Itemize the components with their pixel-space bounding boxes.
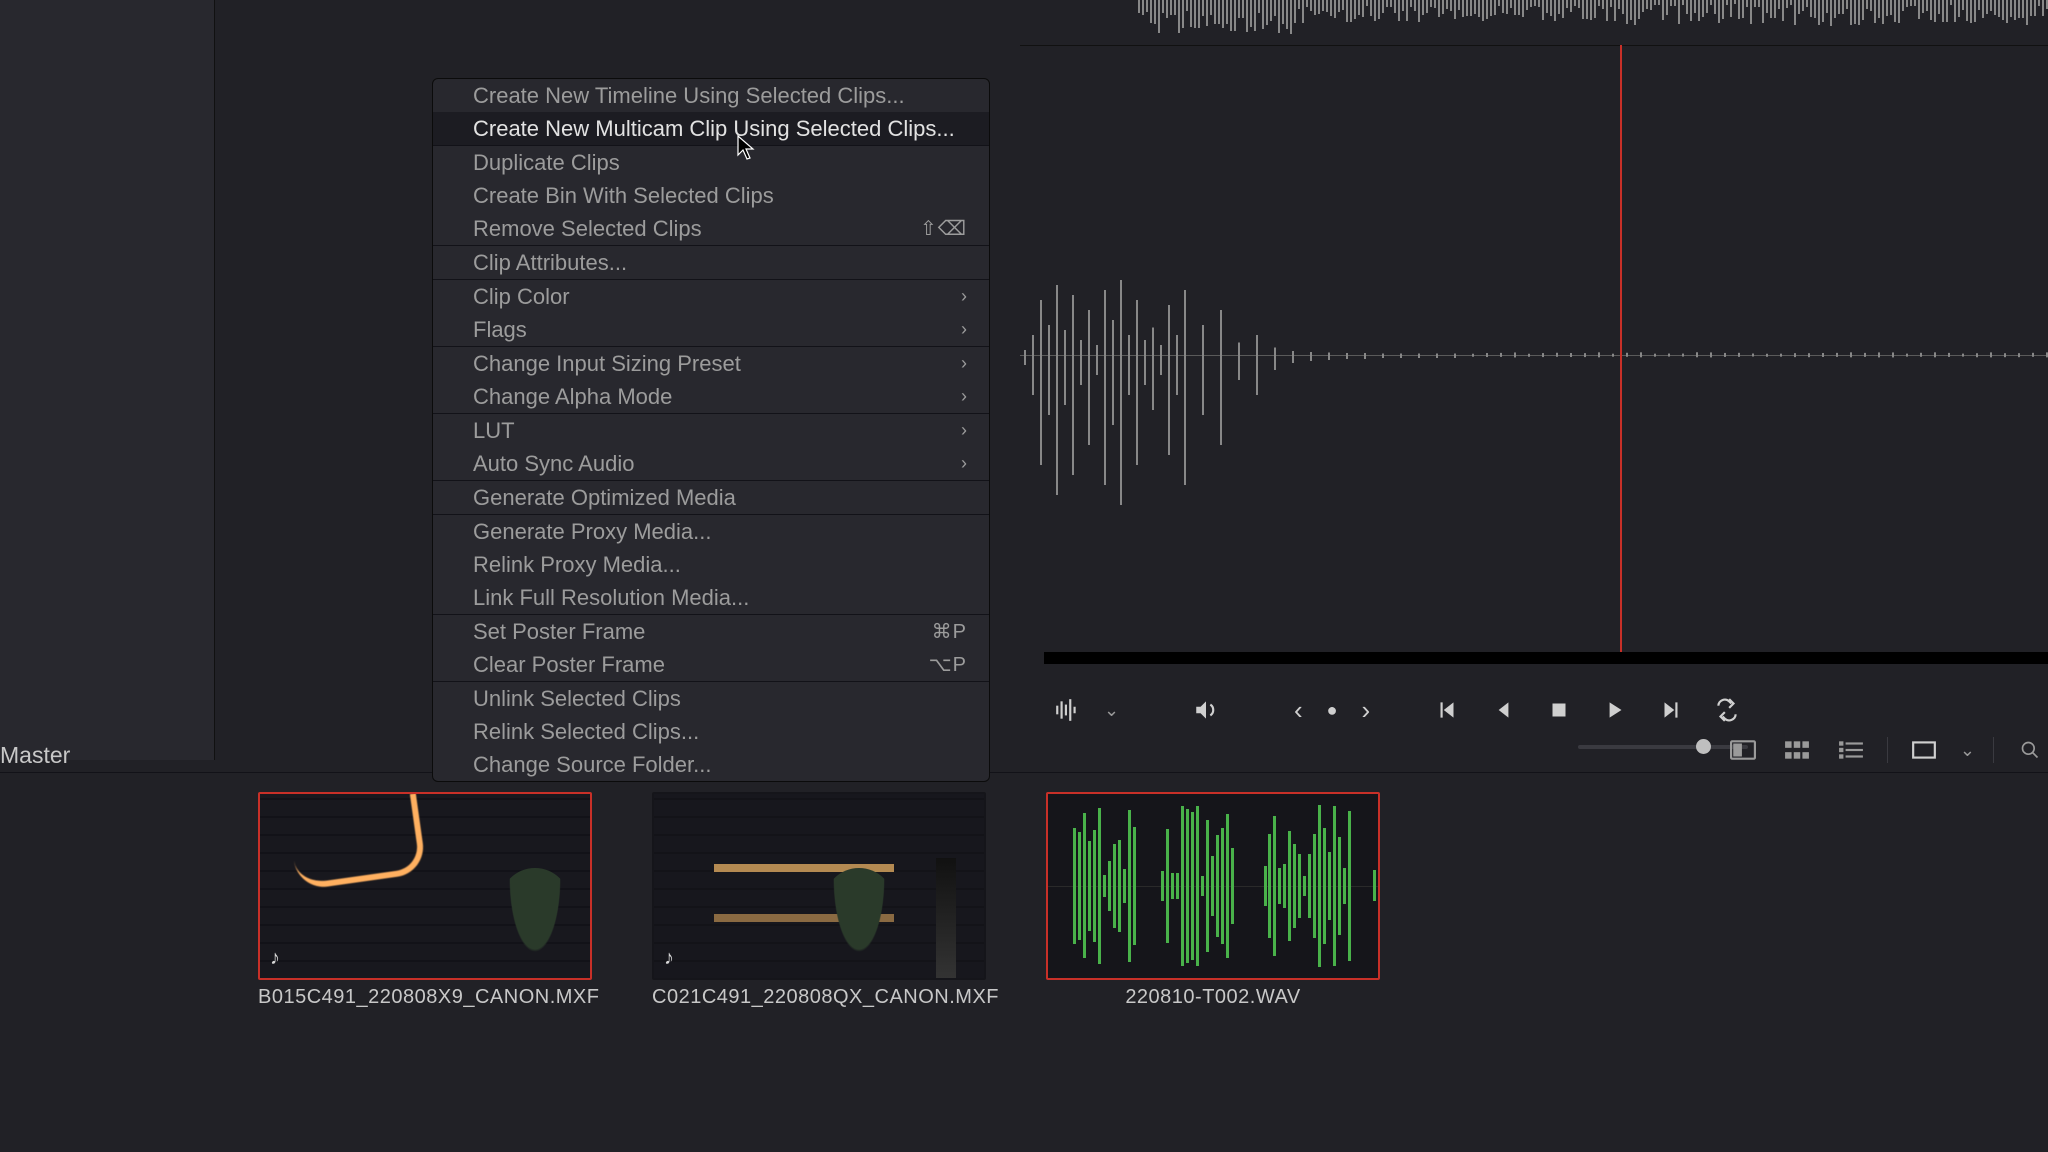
loop-icon[interactable] [1714,697,1740,723]
menu-item[interactable]: Clip Attributes... [433,246,989,279]
menu-item[interactable]: Link Full Resolution Media... [433,581,989,614]
menu-item[interactable]: Change Input Sizing Preset › [433,347,989,380]
menu-item[interactable]: Clip Color › [433,280,989,313]
viewer-top-divider [1020,45,2048,46]
chevron-right-icon: › [961,353,967,374]
clip-filename: C021C491_220808QX_CANON.MXF [652,986,986,1009]
menu-item[interactable]: Auto Sync Audio › [433,447,989,480]
jog-next-icon[interactable]: › [1362,695,1371,726]
metadata-panel [0,0,215,760]
menu-item-shortcut: ⇧⌫ [920,216,967,241]
divider [1887,737,1888,763]
menu-item-label: Flags [473,317,527,343]
menu-item-label: Generate Optimized Media [473,485,736,511]
clip-item[interactable]: 220810-T002.WAV [1046,792,1380,1009]
search-icon[interactable] [2012,736,2048,764]
jog-prev-icon[interactable]: ‹ [1294,695,1303,726]
menu-item-label: Set Poster Frame [473,619,645,645]
bin-view-toggles: ⌄ [1725,730,2048,770]
menu-item-label: Create New Timeline Using Selected Clips… [473,83,905,109]
menu-item[interactable]: Generate Proxy Media... [433,515,989,548]
step-back-icon[interactable] [1490,697,1516,723]
menu-item[interactable]: Clear Poster Frame ⌥P [433,648,989,681]
menu-item-label: Generate Proxy Media... [473,519,711,545]
stop-icon[interactable] [1546,697,1572,723]
clip-thumbnail[interactable]: ♪ [258,792,592,980]
menu-item[interactable]: Relink Selected Clips... [433,715,989,748]
menu-item-label: Create New Multicam Clip Using Selected … [473,116,955,142]
menu-item-label: Clear Poster Frame [473,652,665,678]
menu-item-label: Relink Selected Clips... [473,719,699,745]
menu-item[interactable]: LUT › [433,414,989,447]
menu-item[interactable]: Generate Optimized Media [433,481,989,514]
waveform-main [1020,200,2048,510]
go-first-icon[interactable] [1434,697,1460,723]
chevron-right-icon: › [961,453,967,474]
menu-item-shortcut: ⌘P [932,619,967,644]
chevron-right-icon: › [961,286,967,307]
chevron-right-icon: › [961,386,967,407]
menu-item-label: Relink Proxy Media... [473,552,681,578]
menu-item[interactable]: Change Alpha Mode › [433,380,989,413]
waveform-overview [1138,0,2048,30]
bin-separator [0,772,2048,773]
chevron-down-icon[interactable]: ⌄ [1104,700,1119,721]
menu-item[interactable]: Create Bin With Selected Clips [433,179,989,212]
menu-item[interactable]: Set Poster Frame ⌘P [433,615,989,648]
thumbnail-view-icon[interactable] [1779,736,1815,764]
clip-filename: B015C491_220808X9_CANON.MXF [258,986,592,1009]
menu-item[interactable]: Change Source Folder... [433,748,989,781]
source-viewer[interactable] [1020,0,2048,670]
volume-icon[interactable] [1193,697,1219,723]
menu-item[interactable]: Flags › [433,313,989,346]
clip-thumbnail[interactable] [1046,792,1380,980]
menu-item-label: Unlink Selected Clips [473,686,681,712]
has-audio-icon: ♪ [664,947,674,970]
menu-item-label: Change Input Sizing Preset [473,351,741,377]
clip-item[interactable]: ♪ B015C491_220808X9_CANON.MXF [258,792,592,1009]
menu-item-label: Change Source Folder... [473,752,711,778]
divider [1993,737,1994,763]
menu-item-label: LUT [473,418,515,444]
chevron-right-icon: › [961,420,967,441]
clip-item[interactable]: ♪ C021C491_220808QX_CANON.MXF [652,792,986,1009]
play-icon[interactable] [1602,697,1628,723]
menu-item-label: Clip Color [473,284,570,310]
menu-item-label: Link Full Resolution Media... [473,585,749,611]
media-pool-clips: ♪ B015C491_220808X9_CANON.MXF ♪ C021C491… [258,792,1380,1009]
waveform-mode-icon[interactable] [1054,697,1080,723]
menu-item[interactable]: Unlink Selected Clips [433,682,989,715]
clip-thumbnail[interactable]: ♪ [652,792,986,980]
menu-item-label: Auto Sync Audio [473,451,634,477]
menu-item-label: Duplicate Clips [473,150,620,176]
menu-item-label: Create Bin With Selected Clips [473,183,774,209]
bin-breadcrumb-master[interactable]: Master [0,742,70,769]
menu-item-shortcut: ⌥P [929,652,967,677]
menu-item[interactable]: Create New Timeline Using Selected Clips… [433,79,989,112]
viewer-scrubber[interactable] [1044,652,2048,664]
has-audio-icon: ♪ [270,947,280,970]
chevron-down-icon[interactable]: ⌄ [1960,740,1975,761]
menu-item-label: Clip Attributes... [473,250,627,276]
menu-item-label: Change Alpha Mode [473,384,672,410]
menu-item[interactable]: Remove Selected Clips ⇧⌫ [433,212,989,245]
jog-marker-icon[interactable]: ● [1327,700,1338,721]
menu-item[interactable]: Create New Multicam Clip Using Selected … [433,112,989,145]
list-view-icon[interactable] [1833,736,1869,764]
go-last-icon[interactable] [1658,697,1684,723]
menu-item-label: Remove Selected Clips [473,216,702,242]
menu-item[interactable]: Duplicate Clips [433,146,989,179]
aspect-icon[interactable] [1906,736,1942,764]
chevron-right-icon: › [961,319,967,340]
thumbnail-zoom-slider[interactable] [1578,745,1748,749]
playhead[interactable] [1620,45,1622,658]
slider-knob[interactable] [1696,739,1711,754]
clip-context-menu[interactable]: Create New Timeline Using Selected Clips… [432,78,990,782]
metadata-view-icon[interactable] [1725,736,1761,764]
clip-filename: 220810-T002.WAV [1046,986,1380,1009]
menu-item[interactable]: Relink Proxy Media... [433,548,989,581]
